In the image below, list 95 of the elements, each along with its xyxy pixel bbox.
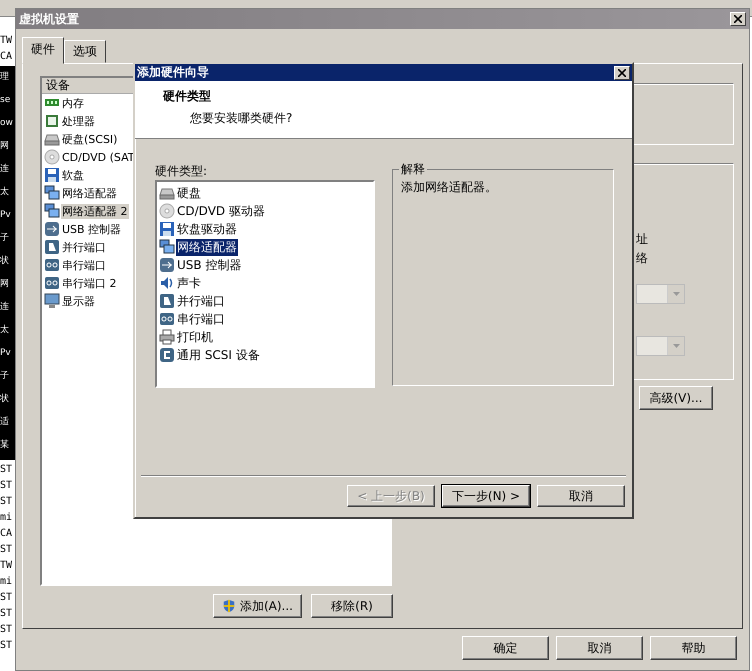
dialog-button[interactable]: 确定 — [462, 636, 549, 660]
close-button[interactable] — [730, 12, 746, 26]
console-text: 网 — [0, 278, 10, 291]
console-text: Pv — [0, 209, 12, 222]
label-text: 络 — [636, 250, 649, 267]
advanced-button[interactable]: 高级(V)... — [639, 386, 713, 410]
monitor-icon — [44, 293, 60, 309]
table-cell-text: ST — [0, 495, 14, 509]
hardware-type-item[interactable]: 硬盘 — [176, 184, 202, 202]
monitors-icon — [44, 185, 60, 201]
hardware-type-item[interactable]: USB 控制器 — [176, 256, 242, 274]
shield-icon — [222, 599, 236, 613]
device-item[interactable]: USB 控制器 — [61, 222, 122, 236]
disc-icon — [159, 203, 175, 219]
hardware-type-item[interactable]: 打印机 — [176, 328, 214, 346]
usb-icon — [44, 221, 60, 237]
console-text: 理 — [0, 70, 10, 84]
device-item[interactable]: 处理器 — [61, 114, 96, 128]
console-text: se — [0, 94, 12, 107]
table-cell-text: mi — [0, 511, 14, 525]
table-cell-text: ST — [0, 623, 14, 637]
table-cell-text: ST — [0, 463, 14, 477]
console-text: 子 — [0, 232, 10, 245]
usb-icon — [159, 257, 175, 273]
console-text: 网 — [0, 140, 10, 153]
disc-icon — [44, 149, 60, 165]
wizard-button[interactable]: 下一步(N) > — [442, 485, 530, 507]
console-text: 太 — [0, 324, 10, 337]
dialog-button[interactable]: 帮助 — [650, 636, 737, 660]
serial-port-icon — [44, 257, 60, 273]
serial-port-icon — [44, 275, 60, 291]
device-item[interactable]: 内存 — [61, 96, 85, 110]
serial-port-icon — [159, 311, 175, 327]
console-text: ow — [0, 117, 14, 130]
table-cell-text: ST — [0, 543, 14, 557]
console-text: 某 — [0, 438, 10, 452]
table-cell-text: CA — [0, 527, 14, 541]
console-text: 状 — [0, 392, 10, 406]
remove-button[interactable]: 移除(R) — [311, 594, 393, 618]
console-text: 适 — [0, 416, 10, 429]
close-button[interactable] — [614, 66, 630, 80]
port-icon — [44, 239, 60, 255]
port-icon — [159, 293, 175, 309]
console-text: 子 — [0, 370, 10, 383]
hardware-type-item[interactable]: 声卡 — [176, 274, 202, 292]
table-cell-text: ST — [0, 607, 14, 621]
table-cell-text: mi — [0, 575, 14, 589]
monitors-icon — [159, 239, 175, 255]
device-item[interactable]: 硬盘(SCSI) — [61, 132, 118, 146]
device-item[interactable]: 串行端口 2 — [61, 276, 118, 290]
wizard-button[interactable]: 取消 — [537, 485, 625, 507]
device-item[interactable]: CD/DVD (SAT — [61, 150, 136, 164]
device-item[interactable]: 软盘 — [61, 168, 85, 182]
table-cell-text: ST — [0, 639, 14, 653]
hardware-type-item[interactable]: 串行端口 — [176, 310, 226, 328]
table-cell-text: TW — [0, 559, 14, 573]
tab[interactable]: 选项 — [64, 40, 106, 63]
console-text: 太 — [0, 186, 10, 199]
window-title: 虚拟机设置 — [19, 10, 79, 28]
table-cell-text: ST — [0, 591, 14, 605]
caret-down-icon — [672, 292, 680, 296]
printer-icon — [159, 329, 175, 345]
hardware-type-item[interactable]: CD/DVD 驱动器 — [176, 202, 266, 220]
group-title: 解释 — [399, 162, 427, 176]
hardware-type-item[interactable]: 通用 SCSI 设备 — [176, 346, 261, 364]
close-icon — [618, 68, 626, 76]
add-button[interactable]: 添加(A)... — [212, 594, 302, 618]
hardware-type-item[interactable]: 网络适配器 — [176, 238, 238, 256]
scsi-icon — [159, 347, 175, 363]
close-icon — [734, 15, 742, 23]
label-text: 址 — [636, 231, 649, 248]
console-text: 连 — [0, 162, 10, 176]
list-label: 硬件类型: — [155, 163, 208, 180]
device-item[interactable]: 串行端口 — [61, 258, 107, 272]
device-item[interactable]: 显示器 — [61, 294, 96, 308]
dialog-button[interactable]: 取消 — [556, 636, 643, 660]
hardware-type-item[interactable]: 并行端口 — [176, 292, 226, 310]
table-cell-text: ST — [0, 479, 14, 493]
subheading: 您要安装哪类硬件? — [190, 110, 294, 127]
device-item[interactable]: 网络适配器 2 — [61, 204, 128, 218]
chip-icon — [44, 113, 60, 129]
speaker-icon — [159, 275, 175, 291]
console-text: 状 — [0, 254, 10, 268]
table-cell-text: TW — [0, 34, 12, 48]
table-cell-text: CA — [0, 50, 12, 64]
hardware-type-item[interactable]: 软盘驱动器 — [176, 220, 238, 238]
console-text: Pv — [0, 347, 12, 360]
monitors-icon — [44, 203, 60, 219]
console-text: 连 — [0, 300, 10, 314]
device-item[interactable]: 网络适配器 — [61, 186, 118, 200]
explanation-text: 添加网络适配器。 — [401, 180, 497, 194]
window-title: 添加硬件向导 — [137, 64, 209, 81]
device-item[interactable]: 并行端口 — [61, 240, 107, 254]
tab[interactable]: 硬件 — [22, 37, 64, 64]
caret-down-icon — [672, 344, 680, 348]
